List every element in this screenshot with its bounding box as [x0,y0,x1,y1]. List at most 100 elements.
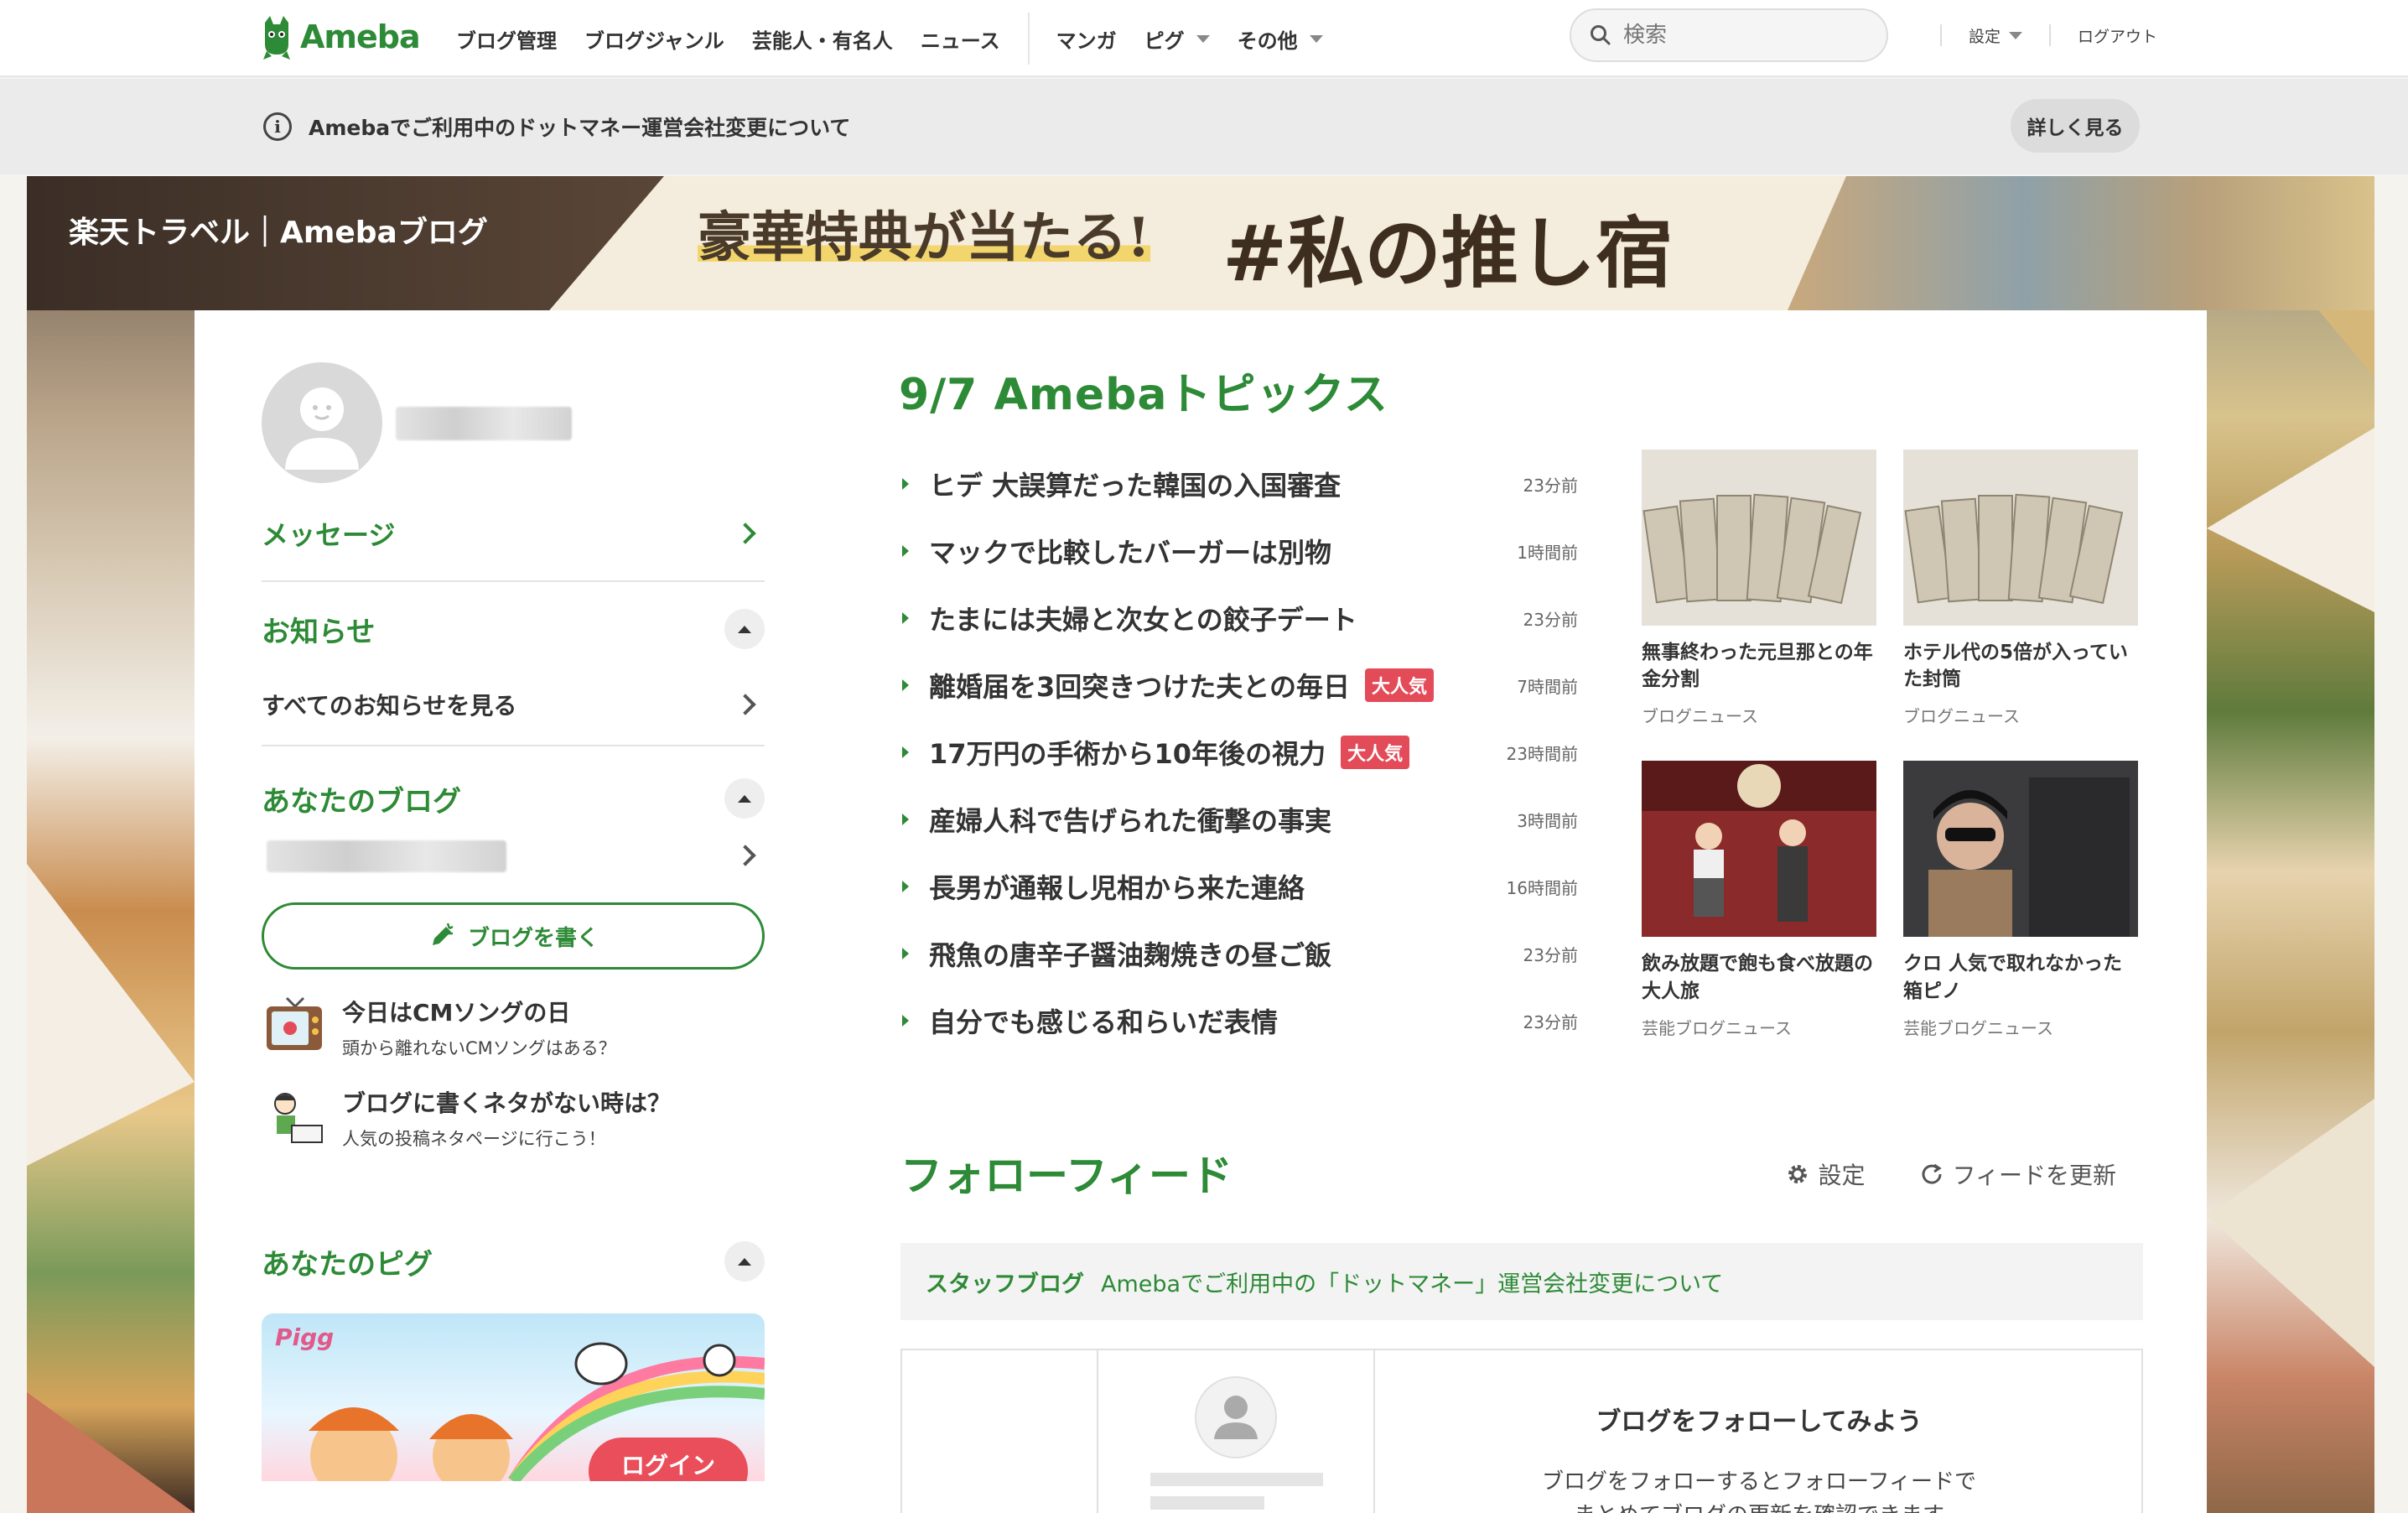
divider [262,580,765,582]
campaign-banner[interactable]: 楽天トラベル｜Amebaブログ 豪華特典が当たる! #私の推し宿 [27,176,2374,310]
profile[interactable] [262,362,765,483]
pigg-banner[interactable]: Pigg ログイン [262,1313,765,1481]
chevron-up-icon [738,625,751,633]
banner-photo-right [1788,176,2374,310]
write-blog-label: ブログを書く [467,925,599,951]
notice-details-button[interactable]: 詳しく見る [2011,99,2140,153]
ameba-topics: 9/7 Amebaトピックス ヒデ 大誤算だった韓国の入国審査 23分前 マックで比… [899,359,1578,1054]
topic-item[interactable]: 長男が通報し児相から来た連絡 16時間前 [899,853,1578,920]
topic-item[interactable]: 飛魚の唐辛子醤油麹焼きの昼ご飯 23分前 [899,920,1578,987]
topic-time: 23時間前 [1506,743,1578,764]
gear-icon [1788,1165,1807,1183]
chevron-right-icon [734,845,756,866]
topic-time: 16時間前 [1506,877,1578,898]
sidebar: メッセージ お知らせ すべてのお知らせを見る あなたのブログ ブログを書く 今日… [262,362,765,1481]
message-label: メッセージ [262,519,396,551]
ameba-logo[interactable]: Ameba [260,12,421,62]
divider [1940,24,1942,46]
nav-blog-admin[interactable]: ブログ管理 [456,24,557,54]
nav-other-label: その他 [1237,29,1298,53]
topic-item[interactable]: 自分でも感じる和らいだ表情 23分前 [899,987,1578,1054]
message-link[interactable]: メッセージ [262,512,765,555]
nav-blog-genre[interactable]: ブログジャンル [584,24,724,54]
chevron-down-icon [2009,31,2023,39]
topic-time: 3時間前 [1517,810,1578,831]
tv-icon [262,995,327,1060]
banner-hashtag: #私の推し宿 [1222,208,1674,299]
topic-title: ヒデ 大誤算だった韓国の入国審査 [929,470,1342,502]
topic-time: 23分前 [1523,609,1578,630]
nav-celebrities[interactable]: 芸能人・有名人 [752,24,893,54]
blog-heading: あなたのブログ [262,784,461,819]
tip-item[interactable]: ブログに書くネタがない時は？ 人気の投稿ネタページに行こう！ [262,1085,765,1151]
banner-title-text: 豪華特典が当たる! [698,206,1151,269]
topic-item[interactable]: たまには夫婦と次女との餃子デート 23分前 [899,585,1578,652]
bullet-icon [902,746,909,758]
nav-news[interactable]: ニュース [921,24,1000,54]
bullet-icon [902,679,909,691]
avatar [262,362,382,483]
topic-time: 1時間前 [1517,542,1578,563]
topic-title: マックで比較したバーガーは別物 [929,537,1332,569]
collapse-button[interactable] [724,609,765,649]
pick-card[interactable]: 飲み放題で飽も食べ放題の大人旅 芸能ブログニュース [1642,761,1876,1038]
topic-title: 長男が通報し児相から来た連絡 [929,872,1305,904]
chevron-right-icon [734,694,756,715]
collapse-button[interactable] [724,778,765,819]
follow-empty-state: ブログをフォローしてみよう ブログをフォローするとフォローフィードで まとめてブ… [900,1349,2143,1513]
pick-card[interactable]: クロ 人気で取れなかった箱ピノ 芸能ブログニュース [1903,761,2138,1038]
search-input[interactable] [1623,23,1866,48]
nav-manga[interactable]: マンガ [1056,24,1117,54]
topic-time: 7時間前 [1517,676,1578,697]
pick-source: 芸能ブログニュース [1642,1017,1792,1038]
pigg-login-button[interactable]: ログイン [589,1438,748,1481]
feed-refresh-button[interactable]: フィードを更新 [1919,1157,2116,1191]
feed-actions: 設定 フィードを更新 [1785,1157,2116,1191]
pick-card[interactable]: ホテル代の5倍が入っていた封筒 ブログニュース [1903,450,2138,727]
chevron-down-icon [1309,34,1323,43]
collapse-button[interactable] [724,1241,765,1282]
topic-item[interactable]: ヒデ 大誤算だった韓国の入国審査 23分前 [899,450,1578,517]
write-blog-button[interactable]: ブログを書く [262,902,765,970]
pick-thumbnail [1642,450,1876,626]
news-heading: お知らせ [262,615,376,649]
feed-settings-label: 設定 [1818,1162,1866,1189]
settings-menu[interactable]: 設定 [1969,24,2023,47]
nav-divider [1027,13,1030,65]
placeholder-bar [1150,1473,1323,1486]
my-blog-link[interactable] [262,835,765,876]
pick-title: 無事終わった元旦那との年金分割 [1642,642,1873,691]
topic-time: 23分前 [1523,1011,1578,1032]
feed-settings-button[interactable]: 設定 [1785,1157,1866,1191]
blurred-blog-name [267,840,506,872]
blog-section-header[interactable]: あなたのブログ [262,775,765,822]
refresh-icon [1922,1163,1942,1184]
news-section-header[interactable]: お知らせ [262,606,765,653]
pick-source: 芸能ブログニュース [1903,1017,2053,1038]
topic-item[interactable]: 産婦人科で告げられた衝撃の事実 3時間前 [899,786,1578,853]
pick-thumbnail [1903,761,2138,938]
topic-title: 自分でも感じる和らいだ表情 [929,1006,1279,1038]
search-box[interactable] [1570,8,1888,62]
user-placeholder-icon [1195,1376,1277,1458]
logout-link[interactable]: ログアウト [2078,24,2157,47]
topic-item[interactable]: 離婚届を3回突きつけた夫との毎日 大人気 7時間前 [899,652,1578,719]
blurred-text [396,407,572,440]
nav-other[interactable]: その他 [1238,24,1323,54]
staff-blog-notice[interactable]: スタッフブログ Amebaでご利用中の「ドットマネー」運営会社変更について [900,1243,2143,1320]
nav-pigg[interactable]: ピグ [1144,24,1210,54]
popular-badge: 大人気 [1341,736,1410,769]
tip-item[interactable]: 今日はCMソングの日 頭から離れないCMソングはある？ [262,995,765,1060]
empty-text-1: ブログをフォローするとフォローフィードで [1542,1469,1976,1495]
divider [1097,1350,1098,1513]
pick-title: 飲み放題で飽も食べ放題の大人旅 [1642,953,1873,1002]
pigg-section-header[interactable]: あなたのピグ [262,1238,765,1285]
all-news-link[interactable]: すべてのお知らせを見る [262,686,765,723]
notice-text: Amebaでご利用中のドットマネー運営会社変更について [309,116,851,140]
topic-item[interactable]: マックで比較したバーガーは別物 1時間前 [899,517,1578,585]
pick-card[interactable]: 無事終わった元旦那との年金分割 ブログニュース [1642,450,1876,727]
notice-content[interactable]: i Amebaでご利用中のドットマネー運営会社変更について [263,79,850,174]
pick-source: ブログニュース [1642,706,1758,727]
topic-list: ヒデ 大誤算だった韓国の入国審査 23分前 マックで比較したバーガーは別物 1時間前た… [899,450,1578,1054]
topic-item[interactable]: 17万円の手術から10年後の視力 大人気 23時間前 [899,719,1578,786]
